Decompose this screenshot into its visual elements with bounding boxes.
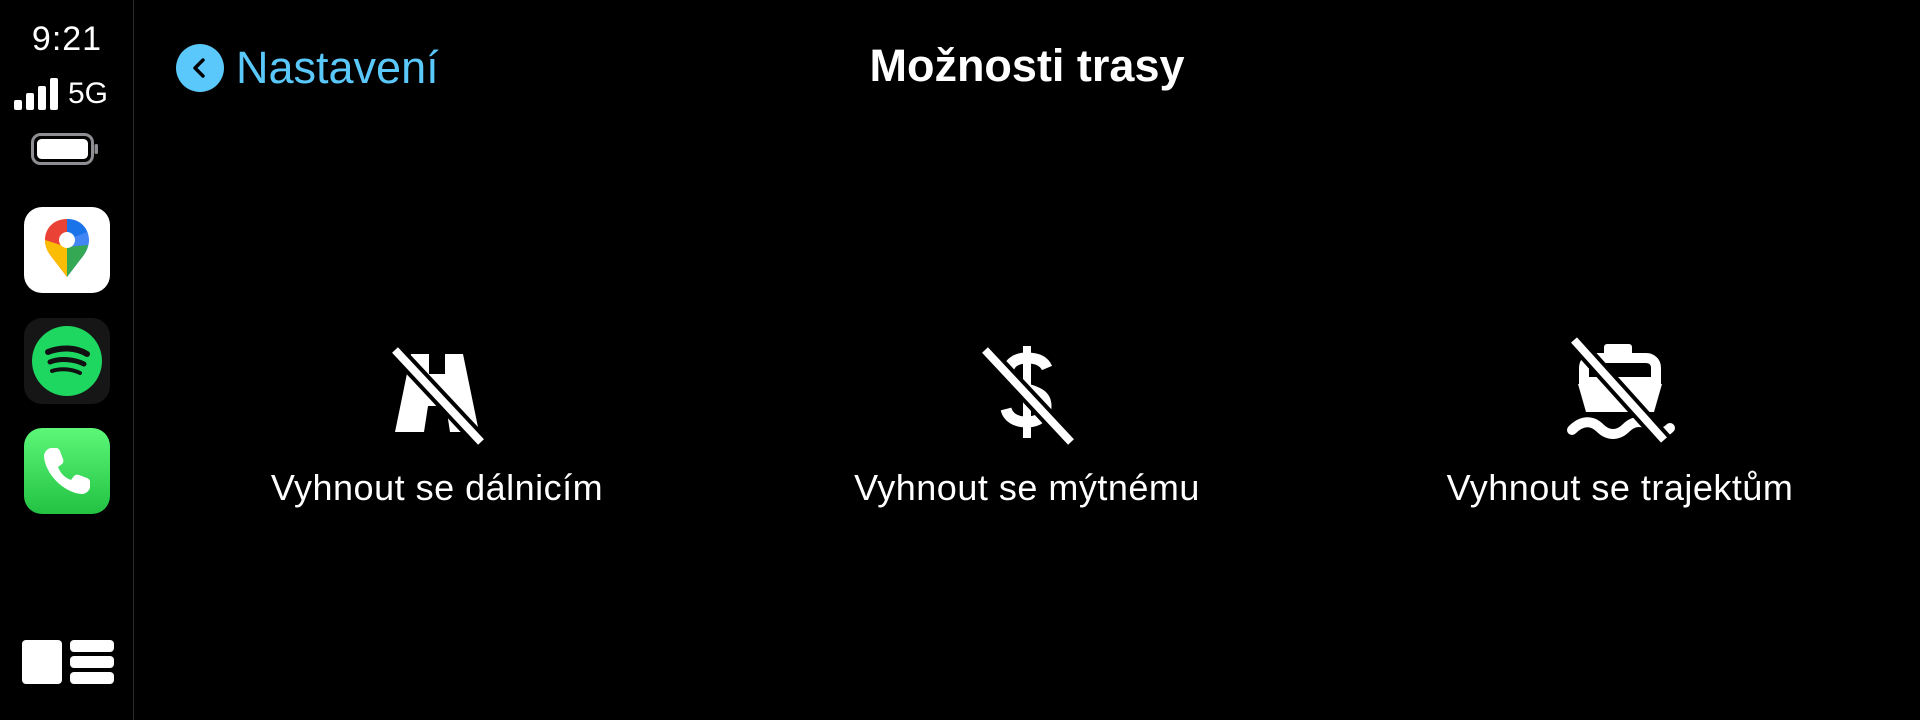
battery-icon xyxy=(31,133,98,165)
status-signal: 5G xyxy=(14,74,108,110)
signal-strength-icon xyxy=(14,78,58,110)
page-title: Možnosti trasy xyxy=(869,40,1185,91)
chevron-left-icon xyxy=(176,44,224,92)
no-ferry-icon xyxy=(1567,334,1675,446)
option-label: Vyhnout se mýtnému xyxy=(854,467,1200,508)
phone-icon xyxy=(44,448,90,494)
option-avoid-highways[interactable]: Vyhnout se dálnicím xyxy=(207,330,667,530)
option-label: Vyhnout se trajektům xyxy=(1446,467,1794,508)
app-google-maps[interactable] xyxy=(24,207,110,293)
dashboard-icon[interactable] xyxy=(22,638,114,686)
spotify-icon xyxy=(32,326,102,396)
back-button-label: Nastavení xyxy=(236,42,439,93)
back-button[interactable]: Nastavení xyxy=(176,42,439,94)
status-time: 9:21 xyxy=(31,20,103,58)
carplay-sidebar: 9:21 5G xyxy=(0,0,134,720)
network-type: 5G xyxy=(68,77,109,110)
no-toll-icon xyxy=(979,344,1077,448)
option-avoid-ferries[interactable]: Vyhnout se trajektům xyxy=(1390,330,1850,530)
option-label: Vyhnout se dálnicím xyxy=(270,467,604,508)
app-phone[interactable] xyxy=(24,428,110,514)
google-maps-icon xyxy=(45,219,89,277)
option-avoid-tolls[interactable]: Vyhnout se mýtnému xyxy=(797,330,1257,530)
app-spotify[interactable] xyxy=(24,318,110,404)
no-highway-icon xyxy=(389,344,487,448)
